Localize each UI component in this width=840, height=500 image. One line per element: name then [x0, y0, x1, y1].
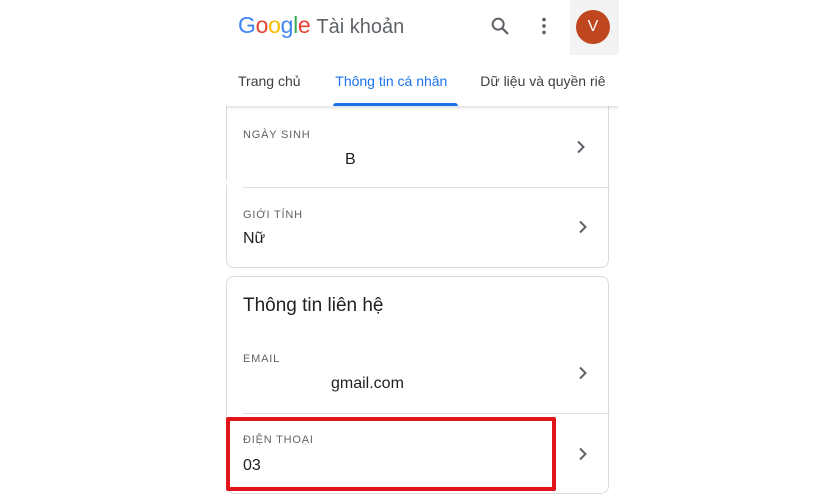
- gender-row[interactable]: GIỚI TÍNH Nữ: [243, 187, 610, 267]
- phone-highlight-box: [226, 417, 556, 491]
- chevron-right-icon: [579, 366, 587, 380]
- gender-value: Nữ: [243, 230, 266, 247]
- brand[interactable]: Google Tài khoản: [238, 12, 404, 42]
- gender-label: GIỚI TÍNH: [243, 209, 303, 221]
- tab-personal-info[interactable]: Thông tin cá nhân: [333, 66, 459, 106]
- app-title: Tài khoản: [316, 16, 405, 38]
- chevron-right-icon: [577, 140, 585, 154]
- logo-letter: o: [255, 12, 269, 38]
- google-logo: Google: [238, 12, 311, 39]
- birthday-label: NGÀY SINH: [243, 129, 311, 141]
- app-header: Google Tài khoản V Trang chủ Thông tin c…: [226, 0, 619, 106]
- tab-bar: Trang chủ Thông tin cá nhân Dữ liệu và q…: [226, 66, 619, 106]
- birthday-value: B: [345, 151, 356, 168]
- logo-letter: G: [238, 12, 256, 38]
- search-button[interactable]: [488, 14, 512, 38]
- email-label: EMAIL: [243, 353, 281, 365]
- tab-home[interactable]: Trang chủ: [238, 66, 323, 106]
- search-icon: [491, 17, 509, 35]
- more-vert-icon: [542, 17, 546, 35]
- basic-info-card: NGÀY SINH B GIỚI TÍNH Nữ: [226, 86, 610, 268]
- email-value: gmail.com: [331, 375, 404, 392]
- chevron-right-icon: [579, 447, 587, 461]
- email-row[interactable]: EMAIL gmail.com: [243, 333, 610, 413]
- more-options-button[interactable]: [532, 14, 556, 38]
- chevron-right-icon: [579, 220, 587, 234]
- birthday-mask: [226, 181, 239, 185]
- account-screen: NGÀY SINH B GIỚI TÍNH Nữ Thông tin liên …: [226, 0, 619, 500]
- avatar[interactable]: V: [576, 10, 610, 44]
- tab-data-privacy[interactable]: Dữ liệu và quyền riê: [480, 66, 619, 106]
- logo-letter: e: [297, 12, 311, 38]
- logo-letter: o: [268, 12, 281, 38]
- contact-section-title: Thông tin liên hệ: [243, 295, 384, 316]
- logo-letter: g: [280, 12, 294, 38]
